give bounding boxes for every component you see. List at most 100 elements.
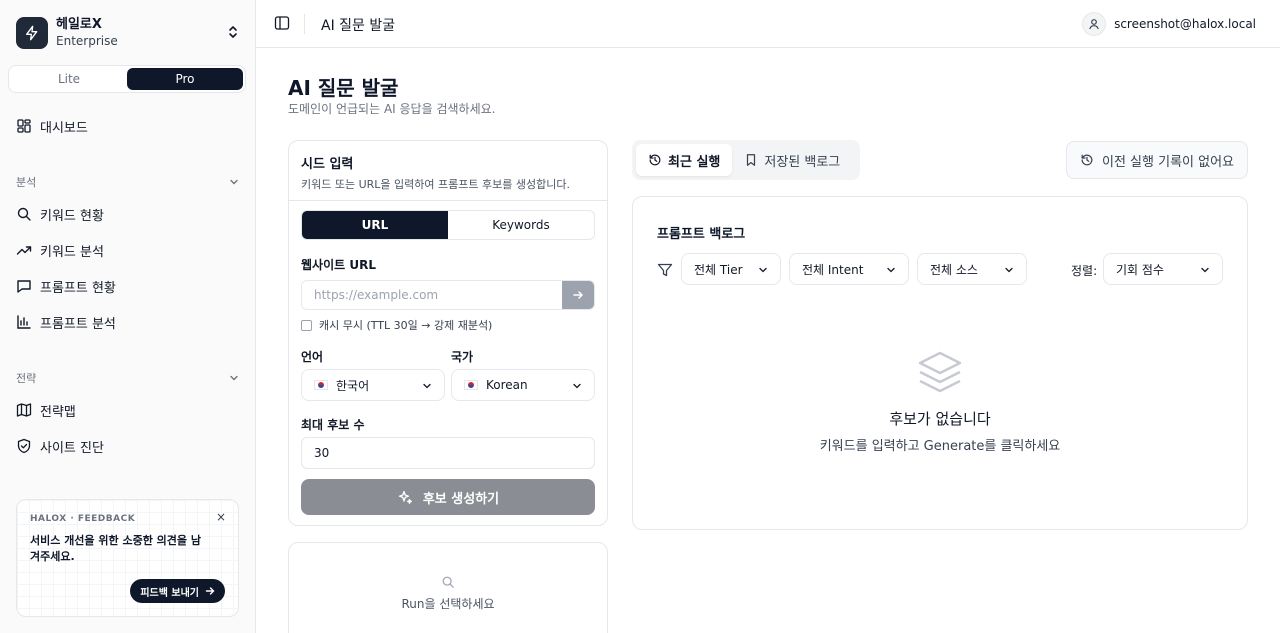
url-submit-button[interactable] — [562, 281, 594, 309]
tab-label: 저장된 백로그 — [764, 154, 841, 170]
shield-check-icon — [17, 438, 31, 454]
filter-icon — [657, 262, 673, 282]
max-candidates-label: 최대 후보 수 — [301, 418, 365, 432]
chevron-down-icon — [230, 179, 238, 185]
chevron-down-icon — [1005, 267, 1013, 273]
user-icon — [1089, 19, 1099, 30]
avatar — [1082, 12, 1107, 36]
sidebar-item-dashboard[interactable]: 대시보드 — [16, 115, 88, 137]
page-title: AI 질문 발굴 — [288, 76, 399, 100]
arrow-right-icon — [205, 587, 215, 595]
mode-keywords-tab[interactable]: Keywords — [448, 211, 594, 239]
send-feedback-label: 피드백 보내기 — [140, 587, 199, 599]
seed-mode-toggle: URL Keywords — [301, 210, 595, 240]
org-switcher[interactable]: 헤일로X Enterprise — [16, 16, 240, 50]
close-icon[interactable]: × — [216, 510, 226, 524]
country-select[interactable]: Korean — [451, 369, 595, 401]
backlog-empty-state: 후보가 없습니다 키워드를 입력하고 Generate를 클릭하세요 — [633, 350, 1247, 454]
chevron-down-icon — [573, 383, 581, 389]
sidebar: 헤일로X Enterprise Lite Pro 대시보드 분석 키워드 현황 … — [0, 0, 256, 633]
language-select[interactable]: 한국어 — [301, 369, 445, 401]
mode-url-tab[interactable]: URL — [302, 211, 448, 239]
bolt-icon — [26, 25, 38, 41]
feedback-tag: HALOX · FEEDBACK — [30, 514, 136, 524]
map-icon — [16, 403, 32, 417]
send-feedback-button[interactable]: 피드백 보내기 — [130, 579, 225, 603]
sidebar-item-label: 전략맵 — [40, 404, 76, 420]
sidebar-item-label: 사이트 진단 — [40, 440, 104, 456]
header-divider — [304, 14, 305, 34]
url-input[interactable] — [302, 281, 562, 309]
tab-saved-backlog[interactable]: 저장된 백로그 — [732, 144, 852, 176]
sidebar-item-keyword-analysis[interactable]: 키워드 분석 — [16, 239, 104, 261]
sidebar-item-label: 키워드 현황 — [40, 208, 104, 224]
run-detail-card: Run을 선택하세요 — [288, 542, 608, 633]
plan-pro-tab[interactable]: Pro — [127, 68, 243, 90]
sidebar-item-prompt-analysis[interactable]: 프롬프트 분석 — [16, 311, 116, 333]
sort-label: 정렬: — [1071, 264, 1098, 278]
url-label: 웹사이트 URL — [301, 258, 376, 272]
tab-recent-runs[interactable]: 최근 실행 — [636, 144, 733, 176]
sidebar-item-site-diagnosis[interactable]: 사이트 진단 — [16, 435, 104, 457]
sidebar-item-keyword-status[interactable]: 키워드 현황 — [16, 203, 104, 225]
header-title: AI 질문 발굴 — [321, 18, 396, 34]
chevron-down-icon — [423, 383, 431, 389]
language-label: 언어 — [301, 350, 324, 364]
cache-ignore-checkbox[interactable] — [301, 319, 312, 331]
cache-ignore-label: 캐시 무시 (TTL 30일 → 강제 재분석) — [319, 319, 493, 332]
nav-group-label: 분석 — [16, 176, 37, 189]
user-menu[interactable]: screenshot@halox.local — [1082, 12, 1256, 36]
nav-group-strategy[interactable]: 전략 — [16, 370, 240, 386]
run-empty-text: Run을 선택하세요 — [401, 597, 495, 611]
chevrons-up-down-icon[interactable] — [226, 24, 240, 44]
seed-input-card: 시드 입력 키워드 또는 URL을 입력하여 프롬프트 후보를 생성합니다. U… — [288, 140, 608, 526]
chevron-down-icon — [887, 267, 895, 273]
intent-filter-value: 전체 Intent — [802, 262, 864, 277]
feedback-card: HALOX · FEEDBACK × 서비스 개선을 위한 소중한 의견을 남겨… — [16, 499, 239, 617]
chevron-down-icon — [1201, 267, 1209, 273]
user-email: screenshot@halox.local — [1114, 17, 1256, 31]
sidebar-toggle-icon[interactable] — [274, 15, 290, 35]
seed-description: 키워드 또는 URL을 입력하여 프롬프트 후보를 생성합니다. — [301, 178, 570, 191]
cache-ignore-option[interactable]: 캐시 무시 (TTL 30일 → 강제 재분석) — [301, 317, 492, 333]
sidebar-item-strategy-map[interactable]: 전략맵 — [16, 399, 76, 421]
sidebar-item-label: 키워드 분석 — [40, 244, 104, 260]
country-value: Korean — [486, 378, 528, 392]
history-icon — [1081, 154, 1093, 166]
source-filter-select[interactable]: 전체 소스 — [917, 253, 1027, 285]
generate-candidates-button[interactable]: 후보 생성하기 — [301, 479, 595, 515]
url-row — [301, 280, 595, 310]
trending-up-icon — [16, 246, 32, 255]
tier-filter-value: 전체 Tier — [694, 262, 743, 277]
country-label: 국가 — [451, 350, 474, 364]
korea-flag-icon — [464, 380, 478, 390]
backlog-title: 프롬프트 백로그 — [657, 227, 746, 242]
search-icon — [17, 207, 31, 221]
previous-runs-button[interactable]: 이전 실행 기록이 없어요 — [1066, 141, 1248, 179]
sidebar-item-prompt-status[interactable]: 프롬프트 현황 — [16, 275, 116, 297]
intent-filter-select[interactable]: 전체 Intent — [789, 253, 909, 285]
tab-label: 최근 실행 — [668, 154, 721, 170]
message-square-icon — [17, 280, 31, 293]
tier-filter-select[interactable]: 전체 Tier — [681, 253, 781, 285]
empty-title: 후보가 없습니다 — [889, 410, 991, 428]
top-header: AI 질문 발굴 screenshot@halox.local — [256, 0, 1280, 48]
sidebar-item-label: 프롬프트 분석 — [40, 316, 116, 332]
chevron-down-icon — [230, 375, 238, 381]
layers-icon — [918, 351, 962, 393]
sort-select[interactable]: 기회 점수 — [1103, 253, 1223, 285]
previous-runs-label: 이전 실행 기록이 없어요 — [1102, 154, 1234, 170]
bookmark-icon — [747, 154, 756, 166]
max-candidates-input[interactable]: 30 — [301, 437, 595, 469]
prompt-backlog-card: 프롬프트 백로그 전체 Tier 전체 Intent 전체 소스 정렬: 기회 … — [632, 196, 1248, 530]
run-tabs: 최근 실행 저장된 백로그 — [632, 140, 860, 180]
org-plan: Enterprise — [56, 34, 118, 48]
nav-group-analysis[interactable]: 분석 — [16, 174, 240, 190]
generate-label: 후보 생성하기 — [422, 491, 500, 507]
run-empty-state: Run을 선택하세요 — [289, 575, 607, 612]
plan-lite-tab[interactable]: Lite — [11, 68, 127, 90]
seed-title: 시드 입력 — [301, 157, 354, 172]
feedback-text: 서비스 개선을 위한 소중한 의견을 남겨주세요. — [30, 534, 201, 563]
sidebar-item-label: 대시보드 — [40, 120, 88, 136]
page-subtitle: 도메인이 언급되는 AI 응답을 검색하세요. — [288, 102, 496, 116]
